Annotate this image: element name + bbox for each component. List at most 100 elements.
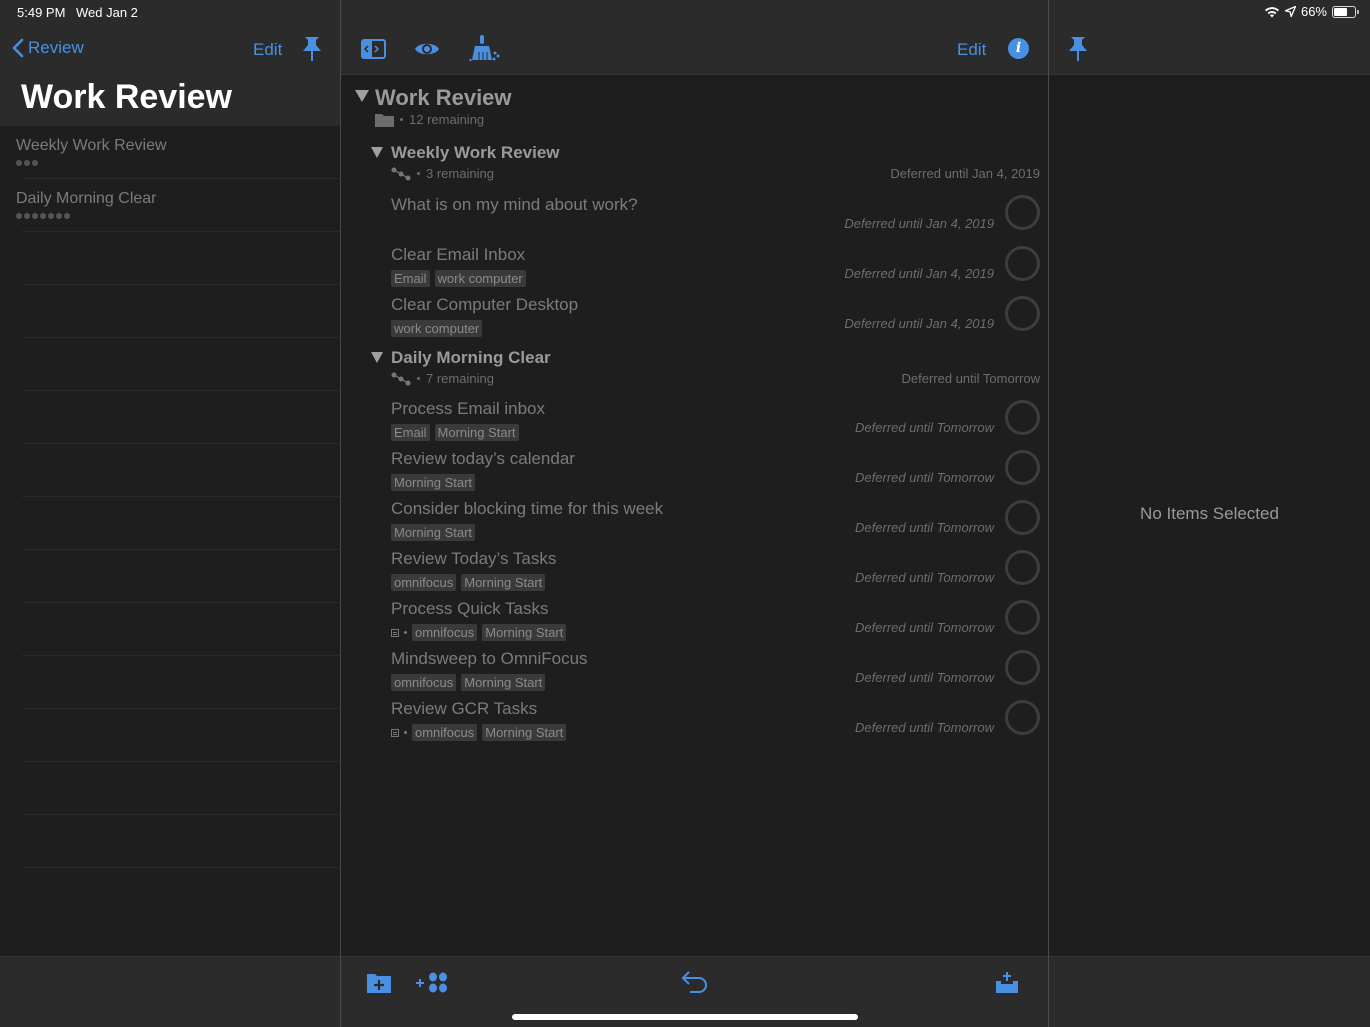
task-tags: Morning Start (391, 474, 476, 491)
folder-meta: 12 remaining (375, 112, 484, 127)
task-title: Review GCR Tasks (391, 699, 538, 718)
task-checkbox[interactable] (1005, 296, 1040, 331)
inbox-add-icon[interactable] (995, 971, 1019, 993)
clean-up-icon[interactable] (469, 34, 501, 62)
sidebar-edit-button[interactable]: Edit (253, 40, 282, 60)
task-checkbox[interactable] (1005, 246, 1040, 281)
disclosure-triangle-icon[interactable] (355, 90, 369, 102)
task-row[interactable]: What is on my mind about work? Deferred … (391, 195, 1040, 245)
task-tags: omnifocus Morning Start (391, 724, 567, 741)
tag[interactable]: omnifocus (391, 674, 457, 691)
task-checkbox[interactable] (1005, 195, 1040, 230)
tag[interactable]: Morning Start (391, 524, 476, 541)
task-checkbox[interactable] (1005, 450, 1040, 485)
pin-icon[interactable] (302, 36, 322, 62)
tag[interactable]: omnifocus (391, 574, 457, 591)
inspector-pane: No Items Selected (1049, 0, 1370, 1027)
task-tags: omnifocus Morning Start (391, 674, 546, 691)
tag[interactable]: Morning Start (461, 574, 546, 591)
disclosure-triangle-icon[interactable] (371, 147, 383, 158)
task-row[interactable]: Clear Email Inbox Email work computer De… (391, 245, 1040, 295)
sidebar-item-daily-morning-clear[interactable]: Daily Morning Clear (0, 179, 340, 232)
task-checkbox[interactable] (1005, 550, 1040, 585)
home-indicator[interactable] (512, 1014, 858, 1020)
task-defer-date: Deferred until Jan 4, 2019 (844, 266, 994, 281)
pane-divider[interactable] (340, 0, 341, 1027)
empty-row (0, 338, 340, 391)
task-defer-date: Deferred until Tomorrow (855, 470, 994, 485)
project-meta: 7 remaining (391, 371, 494, 386)
tag[interactable]: Email (391, 424, 430, 441)
divider (22, 867, 340, 868)
task-tags: Morning Start (391, 524, 476, 541)
back-button[interactable]: Review (12, 38, 84, 58)
task-defer-date: Deferred until Tomorrow (855, 520, 994, 535)
sidebar-item-weekly-work-review[interactable]: Weekly Work Review (0, 126, 340, 179)
task-checkbox[interactable] (1005, 650, 1040, 685)
folder-title[interactable]: Work Review (375, 85, 512, 111)
location-icon (1284, 6, 1296, 17)
task-defer-date: Deferred until Tomorrow (855, 720, 994, 735)
undo-icon[interactable] (681, 970, 709, 994)
tag[interactable]: work computer (434, 270, 526, 287)
task-defer-date: Deferred until Tomorrow (855, 620, 994, 635)
tag[interactable]: Morning Start (482, 624, 567, 641)
sidebar-bottom-bar (0, 956, 340, 1027)
task-checkbox[interactable] (1005, 400, 1040, 435)
no-selection-message: No Items Selected (1140, 504, 1279, 523)
view-options-icon[interactable] (414, 40, 440, 58)
task-row[interactable]: Clear Computer Desktop work computer Def… (391, 295, 1040, 345)
main-pane: Edit i Work Review 12 remaining Weekly W… (341, 0, 1048, 1027)
sidebar-toggle-icon[interactable] (361, 39, 386, 59)
tag[interactable]: Email (391, 270, 430, 287)
sidebar-item-label: Weekly Work Review (16, 137, 167, 154)
new-folder-icon[interactable] (367, 972, 391, 993)
task-checkbox[interactable] (1005, 500, 1040, 535)
tag[interactable]: Morning Start (482, 724, 567, 741)
chevron-left-icon (12, 38, 24, 58)
note-icon (391, 728, 399, 737)
progress-dots (16, 213, 70, 219)
tag[interactable]: work computer (391, 320, 483, 337)
empty-row (0, 497, 340, 550)
task-title: Process Email inbox (391, 399, 546, 418)
note-icon (391, 628, 399, 637)
empty-row (0, 709, 340, 762)
pin-icon[interactable] (1068, 36, 1088, 62)
task-title: Consider blocking time for this week (391, 499, 664, 518)
bullet (404, 631, 407, 634)
task-row[interactable]: Process Email inbox Email Morning Start … (391, 399, 1040, 449)
task-checkbox[interactable] (1005, 600, 1040, 635)
battery-icon (1332, 5, 1359, 18)
disclosure-triangle-icon[interactable] (371, 352, 383, 363)
wifi-icon (1264, 6, 1279, 17)
status-date: Wed Jan 2 (76, 5, 138, 20)
tag[interactable]: Morning Start (391, 474, 476, 491)
empty-row (0, 603, 340, 656)
main-edit-button[interactable]: Edit (957, 40, 986, 60)
new-action-group-icon[interactable] (415, 972, 449, 994)
task-title: What is on my mind about work? (391, 195, 638, 214)
empty-row (0, 550, 340, 603)
project-meta: 3 remaining (391, 166, 494, 181)
task-row[interactable]: Mindsweep to OmniFocus omnifocus Morning… (391, 649, 1040, 699)
tag[interactable]: Morning Start (461, 674, 546, 691)
task-row[interactable]: Process Quick Tasks omnifocus Morning St… (391, 599, 1040, 649)
task-row[interactable]: Review today’s calendar Morning Start De… (391, 449, 1040, 499)
info-icon[interactable]: i (1008, 38, 1029, 59)
task-row[interactable]: Consider blocking time for this week Mor… (391, 499, 1040, 549)
task-defer-date: Deferred until Tomorrow (855, 570, 994, 585)
project-title[interactable]: Daily Morning Clear (391, 348, 551, 368)
task-defer-date: Deferred until Jan 4, 2019 (844, 316, 994, 331)
project-title[interactable]: Weekly Work Review (391, 143, 560, 163)
tag[interactable]: omnifocus (412, 624, 478, 641)
task-row[interactable]: Review Today’s Tasks omnifocus Morning S… (391, 549, 1040, 599)
task-checkbox[interactable] (1005, 700, 1040, 735)
bullet (417, 377, 420, 380)
task-row[interactable]: Review GCR Tasks omnifocus Morning Start… (391, 699, 1040, 749)
tag[interactable]: Morning Start (434, 424, 519, 441)
progress-dot (24, 213, 30, 219)
pane-divider[interactable] (1048, 0, 1049, 1027)
progress-dot (40, 213, 46, 219)
tag[interactable]: omnifocus (412, 724, 478, 741)
